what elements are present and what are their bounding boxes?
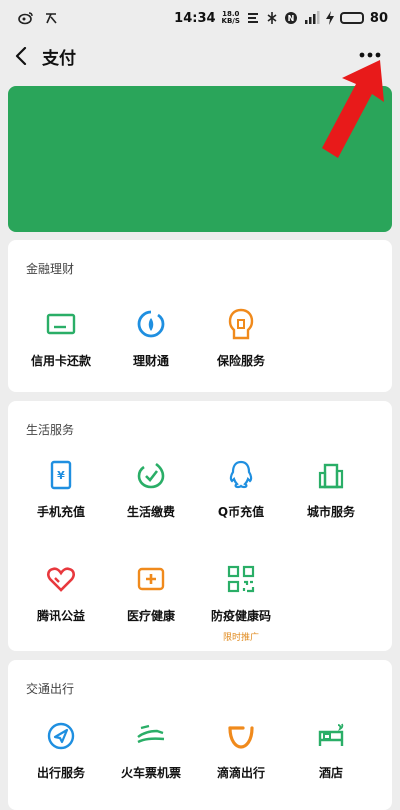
service-label: 腾讯公益: [36, 609, 85, 623]
service-item-city-service[interactable]: 城市服务: [286, 459, 376, 520]
medical-icon: [135, 563, 167, 595]
section-card-transport: 交通出行 出行服务 火车票机票 滴滴出行 酒店: [8, 660, 392, 810]
alarm-icon: [267, 12, 277, 24]
battery-level: 80: [369, 10, 388, 26]
red-arrow-pointer: [322, 60, 384, 158]
status-left: [18, 11, 58, 25]
service-label: 信用卡还款: [30, 354, 91, 368]
battery-icon: [339, 12, 364, 24]
section-title: 生活服务: [26, 423, 75, 437]
svg-text:¥: ¥: [57, 469, 65, 482]
service-label: 防疫健康码: [210, 609, 271, 623]
service-item-didi[interactable]: 滴滴出行: [196, 720, 286, 781]
service-label: 城市服务: [306, 505, 355, 519]
signal-icon: [304, 11, 320, 24]
service-label: 滴滴出行: [216, 766, 265, 780]
nfc-icon: N: [284, 12, 297, 24]
charity-heart-icon: [45, 563, 77, 595]
promo-tag: 限时推广: [222, 633, 259, 643]
service-item-insurance[interactable]: 保险服务: [196, 308, 286, 369]
weibo-icon: [18, 12, 33, 25]
service-item-health-code[interactable]: 防疫健康码 限时推广: [196, 563, 286, 643]
service-item-qq-coin[interactable]: Q币充值: [196, 459, 286, 520]
service-label: 出行服务: [36, 766, 85, 780]
wealth-icon: [135, 308, 167, 340]
credit-card-icon: [45, 308, 77, 340]
service-label: 理财通: [132, 354, 169, 368]
city-service-icon: [315, 459, 347, 491]
qr-code-icon: [225, 563, 257, 595]
net-speed: 18.0 KB/S: [222, 11, 240, 25]
page-title: 支付: [42, 48, 76, 69]
insurance-icon: [225, 308, 257, 340]
phone-recharge-icon: ¥: [45, 459, 77, 491]
section-card-finance: 金融理财 信用卡还款 理财通 保险服务: [8, 240, 392, 392]
section-title: 金融理财: [26, 262, 75, 276]
didi-icon: [225, 720, 257, 752]
service-item-train-ticket[interactable]: 火车票机票: [106, 720, 196, 781]
service-label: 医疗健康: [126, 609, 175, 623]
train-ticket-icon: [135, 720, 167, 752]
service-item-travel[interactable]: 出行服务: [16, 720, 106, 781]
section-title: 交通出行: [26, 682, 75, 696]
service-item-phone-recharge[interactable]: ¥ 手机充值: [16, 459, 106, 520]
net-speed-unit: KB/S: [221, 17, 240, 25]
service-label: 保险服务: [216, 354, 265, 368]
app-notification-icon: [46, 13, 57, 24]
service-item-credit-card[interactable]: 信用卡还款: [16, 308, 106, 369]
service-label: Q币充值: [217, 505, 265, 519]
status-right: 14:34 18.0 KB/S N 80: [174, 11, 388, 26]
chevron-left-icon: [15, 47, 27, 65]
qq-coin-icon: [225, 459, 257, 491]
data-saver-icon: [247, 13, 258, 23]
status-time: 14:34: [174, 10, 216, 26]
service-label: 手机充值: [36, 505, 85, 519]
status-bar: 14:34 18.0 KB/S N 80: [0, 0, 400, 36]
section-card-life: 生活服务 ¥ 手机充值 生活缴费 Q币充值 城市服务 腾讯公益 医疗健康 防疫健…: [8, 401, 392, 651]
service-item-hotel[interactable]: 酒店: [286, 720, 376, 781]
hotel-icon: [315, 720, 347, 752]
service-item-wealth[interactable]: 理财通: [106, 308, 196, 369]
navigation-icon: [45, 720, 77, 752]
service-item-utility-payment[interactable]: 生活缴费: [106, 459, 196, 520]
battery-indicator: [339, 12, 364, 24]
back-button[interactable]: [10, 45, 32, 67]
svg-text:N: N: [288, 14, 295, 23]
charging-icon: [325, 11, 334, 25]
service-label: 火车票机票: [120, 766, 181, 780]
service-item-charity[interactable]: 腾讯公益: [16, 563, 106, 624]
service-item-medical[interactable]: 医疗健康: [106, 563, 196, 624]
service-label: 生活缴费: [126, 505, 175, 519]
utility-payment-icon: [135, 459, 167, 491]
service-label: 酒店: [318, 766, 343, 780]
